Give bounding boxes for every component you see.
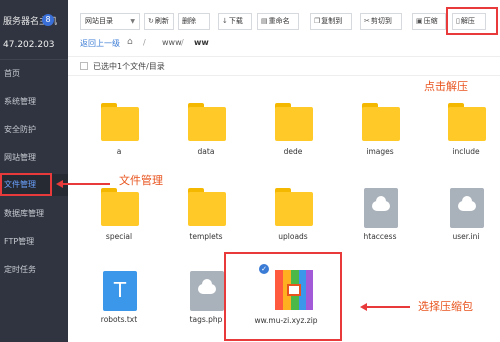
server-ip: 47.202.203 [3, 40, 55, 50]
file-item[interactable]: user.ini [436, 188, 496, 260]
folder-item[interactable]: uploads [263, 188, 323, 260]
file-name: robots.txt [100, 315, 138, 324]
sidebar: 服务器名主机 8 47.202.203 首页 系统管理 安全防护 网站管理 文件… [0, 0, 68, 342]
chevron-down-icon: ▼ [130, 18, 135, 25]
folder-item[interactable]: a [89, 103, 149, 175]
sidebar-item-home[interactable]: 首页 [0, 63, 68, 85]
sidebar-divider [0, 59, 68, 60]
file-name: htaccess [363, 232, 397, 241]
folder-icon [188, 103, 226, 143]
file-name: uploads [278, 232, 308, 241]
rename-icon: ▤ [261, 17, 268, 25]
folder-icon [101, 188, 139, 228]
file-manager-highlight-box [0, 173, 52, 196]
text-file-icon: T [103, 271, 137, 311]
download-button[interactable]: ↓下载 [218, 13, 252, 30]
file-name: user.ini [452, 232, 480, 241]
selection-status: 已选中1个文件/目录 [93, 62, 165, 71]
server-badge: 8 [42, 14, 54, 26]
directory-select[interactable]: 网站目录 ▼ [80, 13, 140, 30]
cut-icon: ✂ [364, 17, 370, 25]
zip-file-icon[interactable] [275, 270, 313, 310]
download-icon: ↓ [222, 17, 228, 25]
file-name: a [116, 147, 122, 156]
folder-icon [362, 103, 400, 143]
sidebar-item-ftp[interactable]: FTP管理 [0, 231, 68, 253]
file-name: dede [283, 147, 303, 156]
file-item[interactable]: htaccess [350, 188, 410, 260]
arrow-line [366, 306, 410, 308]
sidebar-item-database[interactable]: 数据库管理 [0, 203, 68, 225]
breadcrumb-separator: / [143, 38, 146, 47]
sidebar-item-system[interactable]: 系统管理 [0, 91, 68, 113]
file-manager-screen: 服务器名主机 8 47.202.203 首页 系统管理 安全防护 网站管理 文件… [0, 0, 500, 342]
cloud-file-icon [450, 188, 484, 228]
compress-icon: ▣ [416, 17, 423, 25]
directory-select-label: 网站目录 [85, 17, 113, 25]
refresh-icon: ↻ [148, 17, 154, 25]
delete-button[interactable]: 删除 [178, 13, 210, 30]
folder-icon [188, 188, 226, 228]
folder-item[interactable]: data [176, 103, 236, 175]
sidebar-item-cron[interactable]: 定时任务 [0, 259, 68, 281]
annotation-extract: 点击解压 [424, 80, 468, 93]
select-all-checkbox[interactable] [80, 62, 88, 70]
breadcrumb-www[interactable]: www [162, 38, 182, 47]
rename-button[interactable]: ▤重命名 [257, 13, 299, 30]
folder-item[interactable]: templets [176, 188, 236, 260]
folder-icon [275, 188, 313, 228]
breadcrumb-current: ww [194, 38, 209, 47]
cut-to-button[interactable]: ✂剪切到 [360, 13, 402, 30]
home-icon[interactable]: ⌂ [127, 37, 133, 47]
copy-icon: ❐ [314, 17, 321, 25]
annotation-select-zip: 选择压缩包 [418, 300, 473, 313]
copy-to-button[interactable]: ❐复制到 [310, 13, 352, 30]
folder-item[interactable]: special [89, 188, 149, 260]
arrow-left-icon [56, 180, 63, 188]
sidebar-item-security[interactable]: 安全防护 [0, 119, 68, 141]
annotation-file-manager: 文件管理 [119, 174, 163, 187]
folder-icon [101, 103, 139, 143]
cloud-file-icon [364, 188, 398, 228]
refresh-button[interactable]: ↻刷新 [144, 13, 174, 30]
arrow-left-icon [360, 303, 367, 311]
folder-icon [275, 103, 313, 143]
folder-icon [448, 103, 486, 143]
file-name: include [452, 147, 480, 156]
sidebar-item-sites[interactable]: 网站管理 [0, 147, 68, 169]
file-name: special [105, 232, 133, 241]
folder-item[interactable]: dede [263, 103, 323, 175]
extract-highlight-box [446, 7, 498, 35]
selected-check-icon[interactable]: ✓ [259, 264, 269, 274]
back-link[interactable]: 返回上一级 [80, 38, 120, 49]
file-name: data [197, 147, 215, 156]
arrow-line [62, 183, 110, 185]
folder-item[interactable]: images [350, 103, 410, 175]
file-name: ww.mu-zi.xyz.zip [254, 316, 318, 325]
breadcrumb-separator: / [181, 38, 184, 47]
file-item[interactable]: T robots.txt [89, 271, 149, 342]
file-name: images [366, 147, 394, 156]
compress-button[interactable]: ▣压缩 [412, 13, 446, 30]
file-name: templets [189, 232, 223, 241]
folder-item[interactable]: include [436, 103, 496, 175]
cloud-file-icon [190, 271, 224, 311]
